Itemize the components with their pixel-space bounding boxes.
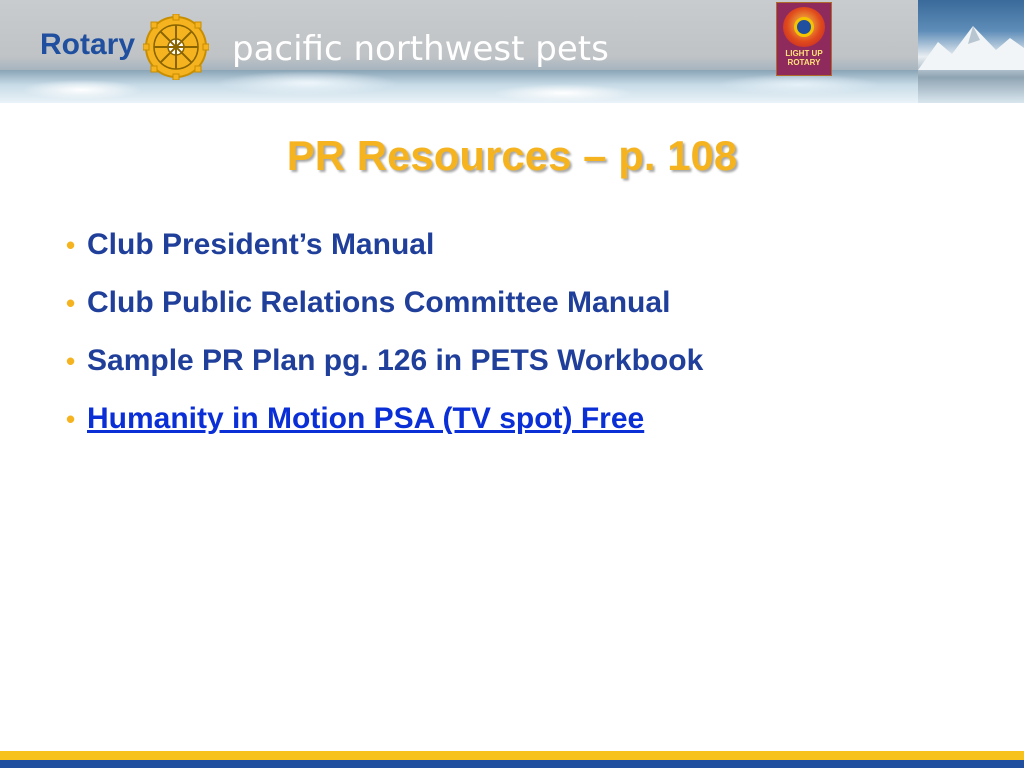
bullet-text: Club Public Relations Committee Manual	[87, 286, 671, 319]
bullet-list: • Club President’s Manual • Club Public …	[66, 226, 703, 458]
rotary-wheel-icon	[794, 17, 814, 37]
footer-gold-stripe	[0, 751, 1024, 760]
header-banner: Rotary pacific northwest pets LIGHT UP R	[0, 0, 1024, 103]
bullet-item: • Humanity in Motion PSA (TV spot) Free	[66, 400, 703, 438]
bullet-text: Club President’s Manual	[87, 228, 435, 261]
badge-line-2: ROTARY	[787, 58, 821, 67]
bullet-item: • Club Public Relations Committee Manual	[66, 284, 703, 322]
bullet-icon: •	[66, 404, 76, 434]
badge-line-1: LIGHT UP	[785, 49, 823, 58]
bullet-item: • Sample PR Plan pg. 126 in PETS Workboo…	[66, 342, 703, 380]
badge-text: LIGHT UP ROTARY	[777, 49, 831, 67]
mountain-icon	[918, 26, 1024, 70]
header-title: pacific northwest pets	[232, 29, 609, 69]
bullet-text: Sample PR Plan pg. 126 in PETS Workbook	[87, 344, 704, 377]
bullet-item: • Club President’s Manual	[66, 226, 703, 264]
bullet-icon: •	[66, 230, 76, 260]
psa-video-link[interactable]: Humanity in Motion PSA (TV spot) Free	[87, 402, 644, 435]
rotary-wheel-icon	[143, 14, 209, 80]
slide-title: PR Resources – p. 108	[286, 132, 738, 179]
rotary-wordmark: Rotary	[40, 28, 136, 61]
bullet-icon: •	[66, 288, 76, 318]
footer-blue-stripe	[0, 760, 1024, 768]
bullet-icon: •	[66, 346, 76, 376]
light-up-rotary-logo: LIGHT UP ROTARY	[776, 2, 832, 76]
